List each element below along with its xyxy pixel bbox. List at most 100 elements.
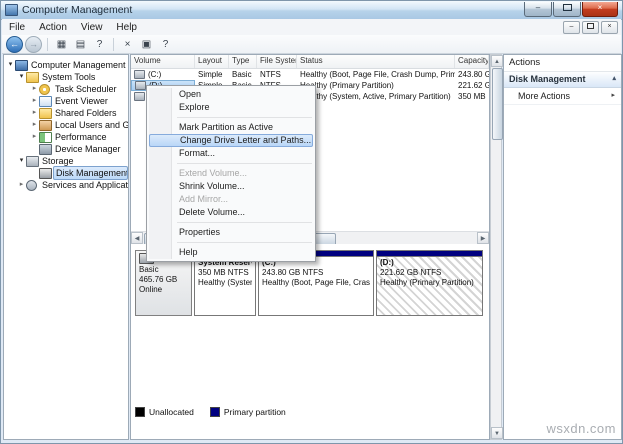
volume-context-menu: Open Explore Mark Partition as Active Ch… [146, 85, 316, 262]
help-topics-icon[interactable]: ? [157, 37, 174, 52]
menu-item-format[interactable]: Format... [149, 147, 313, 160]
menu-item-delete-volume[interactable]: Delete Volume... [149, 206, 313, 219]
expander-icon[interactable]: ▸ [30, 107, 39, 119]
task-scheduler-icon [39, 83, 50, 95]
expander-icon[interactable]: ▾ [6, 59, 15, 71]
window-controls: – × [523, 2, 618, 17]
tree-item-disk-management[interactable]: Disk Management [4, 166, 128, 180]
toolbar-separator [47, 37, 48, 51]
menu-separator [177, 242, 312, 243]
volume-icon [134, 92, 145, 101]
forward-icon[interactable]: → [25, 35, 42, 53]
menu-item-extend-volume: Extend Volume... [179, 168, 248, 178]
event-viewer-icon [39, 95, 52, 107]
child-restore-button[interactable] [582, 21, 599, 34]
toolbar-separator [113, 37, 114, 51]
vertical-scrollbar[interactable]: ▲ ▼ [490, 54, 503, 440]
menu-item-properties[interactable]: Properties [149, 226, 313, 239]
minimize-button[interactable]: – [524, 2, 552, 17]
app-icon [5, 4, 18, 16]
scrollbar-thumb[interactable] [492, 68, 503, 140]
actions-section-disk-management[interactable]: Disk Management ▴ [504, 72, 621, 88]
scroll-up-icon[interactable]: ▲ [491, 55, 503, 67]
maximize-button[interactable] [553, 2, 581, 17]
menu-separator [177, 163, 312, 164]
computer-management-window: Computer Management – × File Action View… [0, 0, 623, 444]
child-window-controls: – × [563, 21, 618, 34]
disk-graphical-view: Disk 0 Basic 465.76 GB Online System Res… [131, 244, 489, 439]
show-console-tree-icon[interactable]: ▦ [53, 37, 70, 52]
column-header-status[interactable]: Status [297, 55, 455, 68]
menu-item-mark-partition-as-active[interactable]: Mark Partition as Active [149, 121, 313, 134]
partition-legend: Unallocated Primary partition [135, 407, 286, 417]
column-header-capacity[interactable]: Capacity [455, 55, 489, 68]
column-header-file-system[interactable]: File System [257, 55, 297, 68]
expander-icon[interactable]: ▸ [30, 131, 39, 143]
menu-item-open[interactable]: Open [149, 88, 313, 101]
menu-item-shrink-volume[interactable]: Shrink Volume... [149, 180, 313, 193]
expander-icon[interactable]: ▸ [17, 179, 26, 191]
expander-icon[interactable]: ▸ [30, 119, 39, 131]
tree-item-device-manager[interactable]: Device Manager [4, 143, 128, 155]
window-title: Computer Management [22, 4, 133, 16]
volume-row-c[interactable]: (C:) Simple Basic NTFS Healthy (Boot, Pa… [131, 69, 489, 80]
legend-unallocated: Unallocated [135, 407, 194, 417]
menu-action[interactable]: Action [32, 21, 74, 34]
properties-icon[interactable]: ▣ [138, 37, 155, 52]
tree-item-performance[interactable]: ▸ Performance [4, 131, 128, 143]
delete-icon[interactable]: × [119, 37, 136, 52]
menu-separator [177, 222, 312, 223]
menu-separator [177, 117, 312, 118]
tree-item-event-viewer[interactable]: ▸ Event Viewer [4, 95, 128, 107]
toolbar: ← → ▦ ▤ ? × ▣ ? [2, 35, 621, 54]
actions-pane: Actions Disk Management ▴ More Actions ▸ [503, 54, 622, 440]
volume-list-header: Volume Layout Type File System Status Ca… [131, 55, 489, 69]
more-actions-item[interactable]: More Actions ▸ [504, 88, 621, 105]
tree-item-computer-management[interactable]: ▾ Computer Management (Local [4, 59, 128, 71]
menu-item-change-drive-letter-and-paths[interactable]: Change Drive Letter and Paths... [149, 134, 313, 147]
maximize-icon [562, 4, 572, 12]
performance-icon [39, 131, 52, 143]
primary-partition-swatch-icon [209, 407, 220, 417]
menu-item-add-mirror: Add Mirror... [179, 194, 229, 204]
watermark: wsxdn.com [546, 421, 616, 436]
help-icon[interactable]: ? [91, 37, 108, 52]
back-icon[interactable]: ← [6, 35, 23, 53]
console-tree-pane: ▾ Computer Management (Local ▾ System To… [3, 54, 129, 440]
child-close-button[interactable]: × [601, 21, 618, 34]
tree-item-task-scheduler[interactable]: ▸ Task Scheduler [4, 83, 128, 95]
unallocated-swatch-icon [135, 407, 145, 417]
expander-icon[interactable]: ▸ [30, 95, 39, 107]
scroll-right-icon[interactable]: ▶ [477, 232, 489, 244]
disk-management-icon [39, 167, 52, 179]
expander-icon[interactable]: ▸ [30, 83, 39, 95]
column-header-layout[interactable]: Layout [195, 55, 229, 68]
column-header-type[interactable]: Type [229, 55, 257, 68]
close-button[interactable]: × [582, 2, 618, 17]
export-list-icon[interactable]: ▤ [72, 37, 89, 52]
expander-icon[interactable]: ▾ [17, 155, 26, 167]
device-manager-icon [39, 143, 52, 155]
tree-item-shared-folders[interactable]: ▸ Shared Folders [4, 107, 128, 119]
collapse-chevron-icon[interactable]: ▴ [612, 74, 616, 82]
partition-d[interactable]: (D:) 221.62 GB NTFS Healthy (Primary Par… [376, 250, 483, 316]
actions-pane-title: Actions [504, 55, 621, 72]
menu-item-help[interactable]: Help [149, 246, 313, 259]
restore-icon [587, 23, 594, 30]
tree-item-local-users-and-groups[interactable]: ▸ Local Users and Groups [4, 119, 128, 131]
menu-file[interactable]: File [2, 21, 32, 34]
tree-item-system-tools[interactable]: ▾ System Tools [4, 71, 128, 83]
column-header-volume[interactable]: Volume [131, 55, 195, 68]
services-icon [26, 179, 37, 191]
scroll-down-icon[interactable]: ▼ [491, 427, 503, 439]
child-minimize-button[interactable]: – [563, 21, 580, 34]
shared-folders-icon [39, 107, 52, 119]
tree-item-services-and-applications[interactable]: ▸ Services and Applications [4, 179, 128, 191]
menu-view[interactable]: View [74, 21, 110, 34]
menu-item-explore[interactable]: Explore [149, 101, 313, 114]
menu-help[interactable]: Help [109, 21, 144, 34]
storage-icon [26, 155, 39, 167]
expander-icon[interactable]: ▾ [17, 71, 26, 83]
folder-icon [26, 71, 39, 83]
scroll-left-icon[interactable]: ◀ [131, 232, 143, 244]
